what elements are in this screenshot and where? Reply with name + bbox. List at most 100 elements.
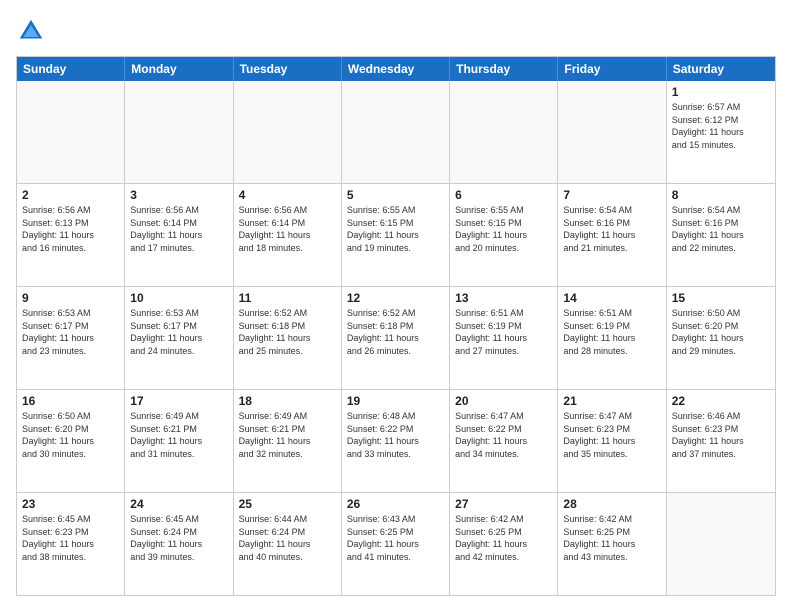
day-info: Sunrise: 6:54 AM Sunset: 6:16 PM Dayligh… xyxy=(563,204,660,254)
day-info: Sunrise: 6:56 AM Sunset: 6:14 PM Dayligh… xyxy=(239,204,336,254)
day-number: 3 xyxy=(130,188,227,202)
day-number: 12 xyxy=(347,291,444,305)
day-cell-7: 7 Sunrise: 6:54 AM Sunset: 6:16 PM Daylig… xyxy=(558,184,666,286)
calendar-row-0: 1 Sunrise: 6:57 AM Sunset: 6:12 PM Daylig… xyxy=(17,81,775,183)
calendar-row-1: 2 Sunrise: 6:56 AM Sunset: 6:13 PM Daylig… xyxy=(17,183,775,286)
day-cell-20: 20Sunrise: 6:47 AM Sunset: 6:22 PM Dayli… xyxy=(450,390,558,492)
day-info: Sunrise: 6:51 AM Sunset: 6:19 PM Dayligh… xyxy=(455,307,552,357)
day-cell-empty-0-3 xyxy=(342,81,450,183)
calendar-row-3: 16 Sunrise: 6:50 AM Sunset: 6:20 PM Dayli… xyxy=(17,389,775,492)
day-cell-empty-0-4 xyxy=(450,81,558,183)
day-cell-18: 18 Sunrise: 6:49 AM Sunset: 6:21 PM Dayli… xyxy=(234,390,342,492)
day-cell-empty-0-1 xyxy=(125,81,233,183)
day-info: Sunrise: 6:57 AM Sunset: 6:12 PM Dayligh… xyxy=(672,101,770,151)
day-cell-9: 9Sunrise: 6:53 AM Sunset: 6:17 PM Daylig… xyxy=(17,287,125,389)
day-number: 28 xyxy=(563,497,660,511)
day-cell-10: 10 Sunrise: 6:53 AM Sunset: 6:17 PM Dayli… xyxy=(125,287,233,389)
day-number: 25 xyxy=(239,497,336,511)
day-number: 16 xyxy=(22,394,119,408)
day-number: 8 xyxy=(672,188,770,202)
logo xyxy=(16,16,50,46)
day-number: 5 xyxy=(347,188,444,202)
day-info: Sunrise: 6:44 AM Sunset: 6:24 PM Dayligh… xyxy=(239,513,336,563)
day-info: Sunrise: 6:48 AM Sunset: 6:22 PM Dayligh… xyxy=(347,410,444,460)
day-info: Sunrise: 6:45 AM Sunset: 6:24 PM Dayligh… xyxy=(130,513,227,563)
day-info: Sunrise: 6:47 AM Sunset: 6:23 PM Dayligh… xyxy=(563,410,660,460)
day-info: Sunrise: 6:51 AM Sunset: 6:19 PM Dayligh… xyxy=(563,307,660,357)
day-cell-3: 3 Sunrise: 6:56 AM Sunset: 6:14 PM Daylig… xyxy=(125,184,233,286)
day-info: Sunrise: 6:49 AM Sunset: 6:21 PM Dayligh… xyxy=(239,410,336,460)
day-info: Sunrise: 6:42 AM Sunset: 6:25 PM Dayligh… xyxy=(563,513,660,563)
day-cell-25: 25 Sunrise: 6:44 AM Sunset: 6:24 PM Dayli… xyxy=(234,493,342,595)
day-cell-21: 21 Sunrise: 6:47 AM Sunset: 6:23 PM Dayli… xyxy=(558,390,666,492)
weekday-header-sunday: Sunday xyxy=(17,57,125,81)
weekday-header-wednesday: Wednesday xyxy=(342,57,450,81)
day-number: 11 xyxy=(239,291,336,305)
calendar-row-2: 9Sunrise: 6:53 AM Sunset: 6:17 PM Daylig… xyxy=(17,286,775,389)
day-cell-22: 22 Sunrise: 6:46 AM Sunset: 6:23 PM Dayli… xyxy=(667,390,775,492)
day-number: 19 xyxy=(347,394,444,408)
day-number: 22 xyxy=(672,394,770,408)
day-info: Sunrise: 6:52 AM Sunset: 6:18 PM Dayligh… xyxy=(347,307,444,357)
weekday-header-saturday: Saturday xyxy=(667,57,775,81)
weekday-header-tuesday: Tuesday xyxy=(234,57,342,81)
day-number: 24 xyxy=(130,497,227,511)
day-cell-26: 26 Sunrise: 6:43 AM Sunset: 6:25 PM Dayli… xyxy=(342,493,450,595)
day-cell-empty-0-0 xyxy=(17,81,125,183)
calendar-header: SundayMondayTuesdayWednesdayThursdayFrid… xyxy=(17,57,775,81)
calendar: SundayMondayTuesdayWednesdayThursdayFrid… xyxy=(16,56,776,596)
day-number: 4 xyxy=(239,188,336,202)
weekday-header-thursday: Thursday xyxy=(450,57,558,81)
day-info: Sunrise: 6:52 AM Sunset: 6:18 PM Dayligh… xyxy=(239,307,336,357)
day-info: Sunrise: 6:43 AM Sunset: 6:25 PM Dayligh… xyxy=(347,513,444,563)
day-cell-empty-0-2 xyxy=(234,81,342,183)
day-number: 23 xyxy=(22,497,119,511)
day-info: Sunrise: 6:50 AM Sunset: 6:20 PM Dayligh… xyxy=(22,410,119,460)
day-cell-empty-0-5 xyxy=(558,81,666,183)
day-cell-23: 23 Sunrise: 6:45 AM Sunset: 6:23 PM Dayli… xyxy=(17,493,125,595)
day-info: Sunrise: 6:50 AM Sunset: 6:20 PM Dayligh… xyxy=(672,307,770,357)
day-number: 26 xyxy=(347,497,444,511)
day-cell-12: 12 Sunrise: 6:52 AM Sunset: 6:18 PM Dayli… xyxy=(342,287,450,389)
day-info: Sunrise: 6:54 AM Sunset: 6:16 PM Dayligh… xyxy=(672,204,770,254)
day-number: 7 xyxy=(563,188,660,202)
day-number: 15 xyxy=(672,291,770,305)
day-number: 17 xyxy=(130,394,227,408)
day-info: Sunrise: 6:45 AM Sunset: 6:23 PM Dayligh… xyxy=(22,513,119,563)
day-number: 21 xyxy=(563,394,660,408)
day-cell-17: 17 Sunrise: 6:49 AM Sunset: 6:21 PM Dayli… xyxy=(125,390,233,492)
day-cell-1: 1 Sunrise: 6:57 AM Sunset: 6:12 PM Daylig… xyxy=(667,81,775,183)
day-cell-13: 13Sunrise: 6:51 AM Sunset: 6:19 PM Dayli… xyxy=(450,287,558,389)
day-info: Sunrise: 6:42 AM Sunset: 6:25 PM Dayligh… xyxy=(455,513,552,563)
day-cell-27: 27 Sunrise: 6:42 AM Sunset: 6:25 PM Dayli… xyxy=(450,493,558,595)
day-info: Sunrise: 6:49 AM Sunset: 6:21 PM Dayligh… xyxy=(130,410,227,460)
day-cell-14: 14 Sunrise: 6:51 AM Sunset: 6:19 PM Dayli… xyxy=(558,287,666,389)
day-cell-8: 8 Sunrise: 6:54 AM Sunset: 6:16 PM Daylig… xyxy=(667,184,775,286)
day-cell-16: 16 Sunrise: 6:50 AM Sunset: 6:20 PM Dayli… xyxy=(17,390,125,492)
day-info: Sunrise: 6:46 AM Sunset: 6:23 PM Dayligh… xyxy=(672,410,770,460)
weekday-header-monday: Monday xyxy=(125,57,233,81)
day-cell-24: 24 Sunrise: 6:45 AM Sunset: 6:24 PM Dayli… xyxy=(125,493,233,595)
day-info: Sunrise: 6:56 AM Sunset: 6:14 PM Dayligh… xyxy=(130,204,227,254)
day-info: Sunrise: 6:53 AM Sunset: 6:17 PM Dayligh… xyxy=(130,307,227,357)
day-cell-6: 6Sunrise: 6:55 AM Sunset: 6:15 PM Daylig… xyxy=(450,184,558,286)
day-number: 27 xyxy=(455,497,552,511)
page: SundayMondayTuesdayWednesdayThursdayFrid… xyxy=(0,0,792,612)
day-cell-5: 5 Sunrise: 6:55 AM Sunset: 6:15 PM Daylig… xyxy=(342,184,450,286)
day-number: 10 xyxy=(130,291,227,305)
day-cell-11: 11 Sunrise: 6:52 AM Sunset: 6:18 PM Dayli… xyxy=(234,287,342,389)
day-cell-empty-4-6 xyxy=(667,493,775,595)
day-info: Sunrise: 6:56 AM Sunset: 6:13 PM Dayligh… xyxy=(22,204,119,254)
day-info: Sunrise: 6:55 AM Sunset: 6:15 PM Dayligh… xyxy=(347,204,444,254)
day-number: 6 xyxy=(455,188,552,202)
calendar-row-4: 23 Sunrise: 6:45 AM Sunset: 6:23 PM Dayli… xyxy=(17,492,775,595)
header xyxy=(16,16,776,46)
day-number: 1 xyxy=(672,85,770,99)
weekday-header-friday: Friday xyxy=(558,57,666,81)
day-cell-19: 19 Sunrise: 6:48 AM Sunset: 6:22 PM Dayli… xyxy=(342,390,450,492)
day-cell-28: 28 Sunrise: 6:42 AM Sunset: 6:25 PM Dayli… xyxy=(558,493,666,595)
day-number: 18 xyxy=(239,394,336,408)
day-cell-2: 2 Sunrise: 6:56 AM Sunset: 6:13 PM Daylig… xyxy=(17,184,125,286)
day-number: 2 xyxy=(22,188,119,202)
day-number: 14 xyxy=(563,291,660,305)
